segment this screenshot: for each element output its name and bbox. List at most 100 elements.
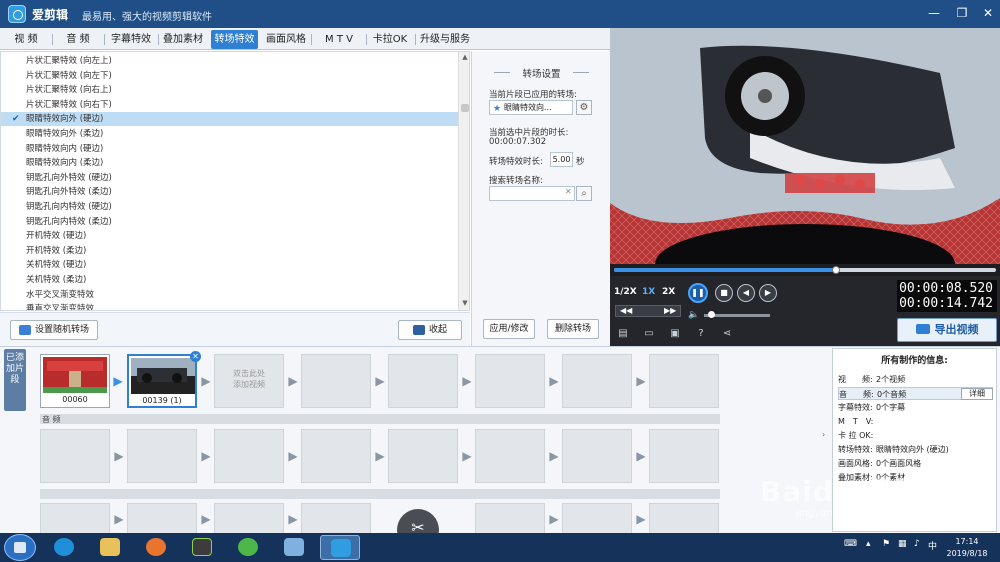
search-icon[interactable]: ⌕ bbox=[576, 186, 592, 201]
video-preview[interactable] bbox=[610, 28, 1000, 264]
collapse-button[interactable]: 收起 bbox=[398, 320, 462, 340]
effect-item[interactable]: 开机特效 (柔边) bbox=[1, 244, 458, 258]
share-icon[interactable]: ⋖ bbox=[720, 328, 734, 340]
empty-track-slot[interactable] bbox=[127, 503, 197, 534]
audio-detail-button[interactable]: 详细 bbox=[961, 388, 993, 400]
random-transition-button[interactable]: 设置随机转场 bbox=[10, 320, 98, 340]
effect-item[interactable]: 钥匙孔向内特效 (柔边) bbox=[1, 215, 458, 229]
tab-overlay[interactable]: 叠加素材 bbox=[160, 30, 206, 49]
effect-item[interactable]: 关机特效 (硬边) bbox=[1, 258, 458, 272]
transition-arrow-icon[interactable]: ▶ bbox=[111, 375, 125, 387]
empty-track-slot[interactable] bbox=[214, 503, 284, 534]
effect-item[interactable]: 片状汇聚特效 (向右下) bbox=[1, 98, 458, 112]
open-folder-icon[interactable]: ▭ bbox=[642, 328, 656, 340]
taskbar-media-app[interactable] bbox=[44, 535, 84, 560]
pause-button-icon[interactable]: ❚❚ bbox=[688, 283, 708, 303]
speed-2x-button[interactable]: 2X bbox=[662, 286, 675, 299]
add-video-slot[interactable]: 双击此处 添加视频 bbox=[214, 354, 284, 408]
tab-video[interactable]: 视 频 bbox=[6, 30, 46, 49]
effect-duration-input[interactable]: 5.00 bbox=[550, 152, 573, 167]
keyboard-icon[interactable]: ⌨ bbox=[844, 539, 857, 549]
scroll-thumb[interactable] bbox=[461, 104, 469, 112]
empty-audio-slot[interactable] bbox=[214, 429, 284, 483]
flag-icon[interactable]: ⚑ bbox=[882, 539, 890, 549]
empty-clip-slot[interactable] bbox=[475, 354, 545, 408]
effect-item[interactable]: 水平交叉渐变特效 bbox=[1, 288, 458, 302]
empty-track-slot[interactable] bbox=[40, 503, 110, 534]
empty-audio-slot[interactable] bbox=[649, 429, 719, 483]
stop-button-icon[interactable]: ■ bbox=[715, 284, 733, 302]
apply-transition-button[interactable]: 应用/修改 bbox=[483, 319, 535, 339]
empty-audio-slot[interactable] bbox=[127, 429, 197, 483]
empty-audio-slot[interactable] bbox=[475, 429, 545, 483]
effect-item[interactable]: 片状汇聚特效 (向左下) bbox=[1, 69, 458, 83]
added-clips-tab[interactable]: 已添加片段 bbox=[4, 349, 26, 411]
volume-handle[interactable] bbox=[707, 311, 715, 318]
list-scrollbar[interactable]: ▲ ▼ bbox=[458, 52, 469, 310]
scroll-down-icon[interactable]: ▼ bbox=[459, 299, 469, 309]
tab-upgrade[interactable]: 升级与服务 bbox=[417, 30, 473, 49]
volume-tray-icon[interactable]: ♪ bbox=[914, 539, 920, 549]
effect-item[interactable]: 片状汇聚特效 (向左上) bbox=[1, 54, 458, 68]
effect-item[interactable]: ✔ 眼睛特效向外 (硬边) bbox=[1, 112, 458, 127]
start-button-icon[interactable] bbox=[4, 534, 36, 561]
save-icon[interactable]: ▣ bbox=[668, 328, 682, 340]
close-icon[interactable]: ✕ bbox=[978, 4, 998, 22]
volume-icon[interactable]: 🔈 bbox=[688, 310, 699, 320]
effect-item[interactable]: 钥匙孔向内特效 (硬边) bbox=[1, 200, 458, 214]
next-frame-icon[interactable]: ▶ bbox=[759, 284, 777, 302]
taskbar-video-app[interactable] bbox=[182, 535, 222, 560]
taskbar-tool-app[interactable] bbox=[274, 535, 314, 560]
empty-clip-slot[interactable] bbox=[388, 354, 458, 408]
clear-search-icon[interactable]: ✕ bbox=[565, 187, 572, 196]
empty-audio-slot[interactable] bbox=[562, 429, 632, 483]
empty-clip-slot[interactable] bbox=[301, 354, 371, 408]
transition-effect-list[interactable]: 片状汇聚特效 (向左上) 片状汇聚特效 (向左下) 片状汇聚特效 (向右上) 片状汇聚… bbox=[0, 51, 470, 311]
empty-audio-slot[interactable] bbox=[388, 429, 458, 483]
minimize-icon[interactable]: — bbox=[924, 4, 944, 22]
taskbar-explorer[interactable] bbox=[90, 535, 130, 560]
clip-thumbnail-selected[interactable]: 00139 (1) bbox=[127, 354, 197, 408]
effect-item[interactable]: 垂直交叉渐变特效 bbox=[1, 302, 458, 310]
step-back-icon[interactable]: ◀◀ bbox=[620, 306, 632, 315]
effect-item[interactable]: 眼睛特效向内 (柔边) bbox=[1, 156, 458, 170]
frame-step-bar[interactable]: ◀◀ ▶▶ bbox=[615, 305, 681, 317]
remove-clip-icon[interactable]: ✕ bbox=[190, 351, 201, 362]
taskbar-firefox[interactable] bbox=[136, 535, 176, 560]
speed-1x-button[interactable]: 1X bbox=[642, 286, 655, 299]
tab-styles[interactable]: 画面风格 bbox=[263, 30, 309, 49]
info-panel-toggle-icon[interactable]: › bbox=[822, 430, 830, 444]
empty-track-slot[interactable] bbox=[475, 503, 545, 534]
prev-frame-icon[interactable]: ◀ bbox=[737, 284, 755, 302]
taskbar-refresh-app[interactable] bbox=[228, 535, 268, 560]
network-icon[interactable]: ▦ bbox=[898, 539, 907, 549]
effect-item[interactable]: 眼睛特效向内 (硬边) bbox=[1, 142, 458, 156]
tray-expand-icon[interactable]: ▴ bbox=[866, 539, 871, 549]
transition-arrow-icon[interactable]: ▶ bbox=[199, 375, 213, 387]
empty-track-slot[interactable] bbox=[562, 503, 632, 534]
transition-settings-gear-icon[interactable]: ⚙ bbox=[576, 100, 592, 115]
effect-item[interactable]: 钥匙孔向外特效 (硬边) bbox=[1, 171, 458, 185]
empty-audio-slot[interactable] bbox=[40, 429, 110, 483]
tab-transitions[interactable]: 转场特效 bbox=[211, 30, 258, 49]
new-project-icon[interactable]: ▤ bbox=[616, 328, 630, 340]
delete-transition-button[interactable]: 删除转场 bbox=[547, 319, 599, 339]
effect-item[interactable]: 片状汇聚特效 (向右上) bbox=[1, 83, 458, 97]
speed-half-button[interactable]: 1/2X bbox=[614, 286, 637, 299]
restore-icon[interactable]: ❐ bbox=[952, 4, 972, 22]
taskbar-aijianji[interactable] bbox=[320, 535, 360, 560]
step-forward-icon[interactable]: ▶▶ bbox=[664, 306, 676, 315]
effect-item[interactable]: 眼睛特效向外 (柔边) bbox=[1, 127, 458, 141]
empty-clip-slot[interactable] bbox=[649, 354, 719, 408]
search-transition-input[interactable] bbox=[489, 186, 575, 201]
tab-subtitles[interactable]: 字幕特效 bbox=[108, 30, 154, 49]
taskbar-clock[interactable]: 17:14 2019/8/18 bbox=[938, 536, 996, 560]
effect-item[interactable]: 钥匙孔向外特效 (柔边) bbox=[1, 185, 458, 199]
scroll-up-icon[interactable]: ▲ bbox=[459, 53, 469, 63]
empty-clip-slot[interactable] bbox=[562, 354, 632, 408]
seek-handle[interactable] bbox=[831, 266, 840, 274]
empty-track-slot[interactable] bbox=[649, 503, 719, 534]
effect-item[interactable]: 关机特效 (柔边) bbox=[1, 273, 458, 287]
empty-audio-slot[interactable] bbox=[301, 429, 371, 483]
ime-icon[interactable]: 中 bbox=[928, 539, 937, 552]
